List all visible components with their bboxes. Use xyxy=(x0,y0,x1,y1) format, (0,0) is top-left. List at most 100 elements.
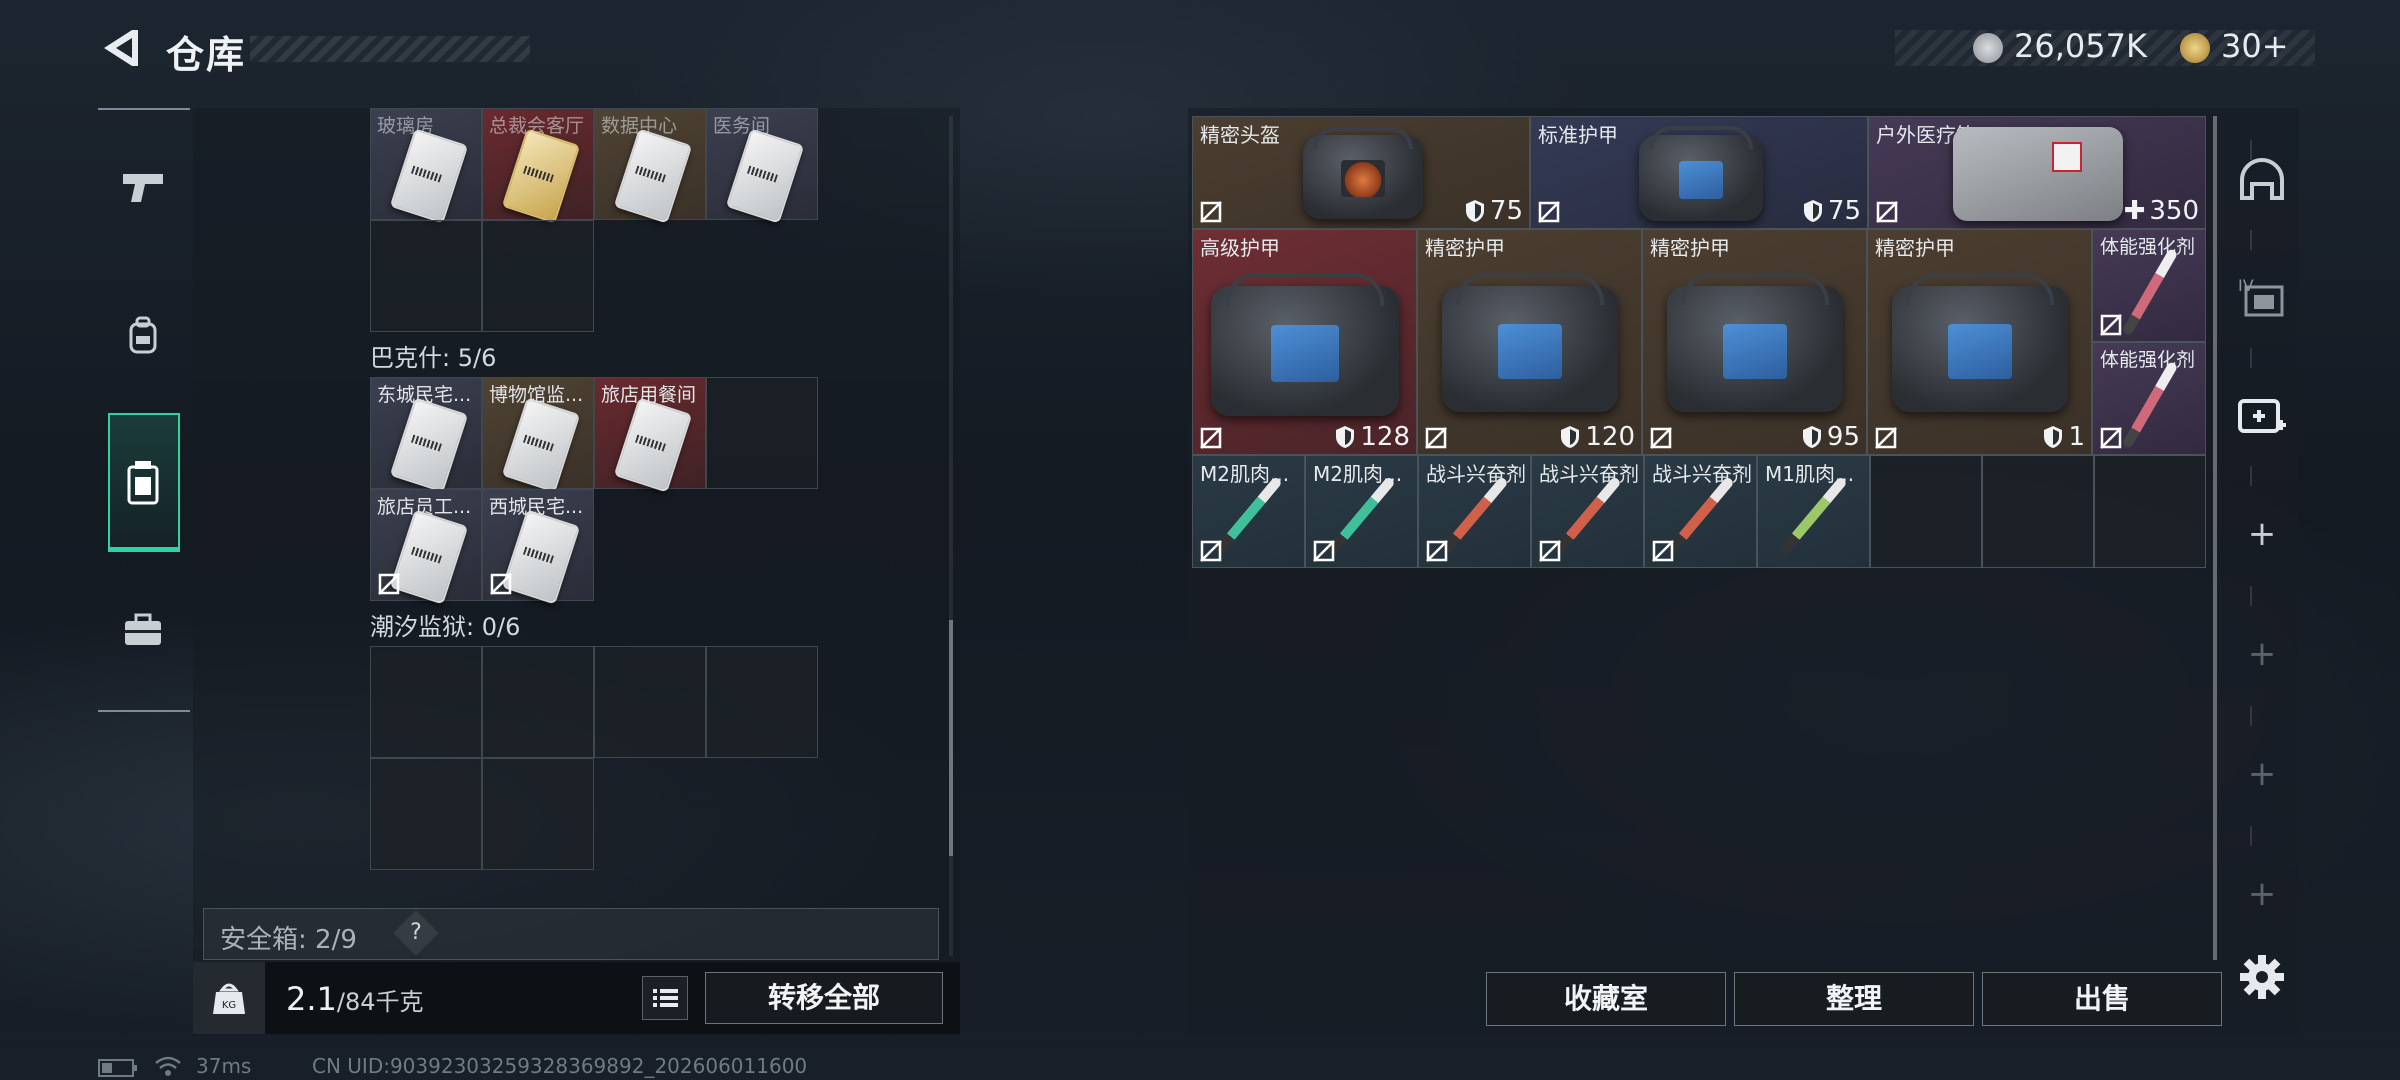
sell-button[interactable]: 出售 xyxy=(1982,972,2222,1026)
sidebar-divider xyxy=(2250,348,2252,368)
sidebar-divider xyxy=(2250,826,2252,846)
transfer-all-button[interactable]: 转移全部 xyxy=(705,972,943,1024)
armor-item-icon xyxy=(1442,273,1618,412)
sidebar-divider xyxy=(2250,586,2252,606)
gold-coin-icon xyxy=(2180,33,2210,63)
title-decoration xyxy=(250,36,530,62)
sidebar-divider xyxy=(2250,706,2252,726)
empty-slot[interactable] xyxy=(1982,455,2094,568)
empty-slot[interactable] xyxy=(482,220,594,332)
shield-icon xyxy=(1465,200,1484,222)
armor-vest-icon[interactable] xyxy=(113,452,173,512)
no-trade-icon xyxy=(1313,540,1335,562)
medkit-slot[interactable]: 户外医疗箱 ✚ 350 xyxy=(1868,116,2206,229)
injector-slot[interactable]: M2肌肉... xyxy=(1192,455,1305,568)
medkit-add-icon[interactable] xyxy=(2232,386,2292,446)
svg-text:KG: KG xyxy=(222,1000,236,1011)
shield-icon xyxy=(1336,426,1355,448)
weight-icon: KG xyxy=(193,962,265,1034)
nav-active-indicator xyxy=(108,547,180,552)
pistol-icon[interactable] xyxy=(113,158,173,218)
empty-slot[interactable] xyxy=(482,646,594,758)
shield-icon xyxy=(1802,426,1821,448)
stimulant-slot[interactable]: 体能强化剂 xyxy=(2092,342,2206,455)
stimulant-slot[interactable]: 体能强化剂 xyxy=(2092,229,2206,342)
section-chaoxi-label: 潮汐监狱: 0/6 xyxy=(370,613,521,641)
injector-slot[interactable]: M1肌肉... xyxy=(1757,455,1870,568)
keycard-slot[interactable]: 旅店用餐间 xyxy=(594,377,706,493)
no-trade-icon xyxy=(1200,427,1222,449)
keycard-slot[interactable]: 总裁会客厅 xyxy=(482,108,594,224)
no-trade-icon xyxy=(1876,201,1898,223)
keycard-icon xyxy=(389,128,469,224)
empty-slot[interactable] xyxy=(594,646,706,758)
backpack-icon[interactable] xyxy=(113,306,173,366)
shield-icon xyxy=(2044,426,2063,448)
loadout-scrollbar[interactable] xyxy=(2213,116,2217,960)
sidebar-divider xyxy=(2250,466,2252,486)
silver-coin-icon xyxy=(1973,33,2003,63)
safebox-bar[interactable]: 安全箱: 2/9 ? xyxy=(203,908,939,960)
settings-gear-icon[interactable] xyxy=(2232,947,2292,1007)
empty-slot[interactable] xyxy=(706,377,818,489)
helmet-slot[interactable]: 精密头盔 75 xyxy=(1192,116,1530,229)
injector-slot[interactable]: 战斗兴奋剂 xyxy=(1644,455,1757,568)
helmet-item-icon xyxy=(1303,126,1423,219)
no-trade-icon xyxy=(2100,427,2122,449)
keycard-slot[interactable]: 东城民宅... xyxy=(370,377,482,493)
injector-slot[interactable]: 战斗兴奋剂 xyxy=(1418,455,1531,568)
organize-button[interactable]: 整理 xyxy=(1734,972,1974,1026)
add-slot-icon[interactable]: + xyxy=(2232,514,2292,554)
syringe-icon xyxy=(1326,476,1396,556)
keycard-slot[interactable]: 旅店员工... xyxy=(370,489,482,605)
keycard-slot[interactable]: 博物馆监... xyxy=(482,377,594,493)
empty-slot[interactable] xyxy=(706,646,818,758)
silver-amount: 26,057K xyxy=(2014,27,2147,65)
keycard-slot[interactable]: 医务间 xyxy=(706,108,818,224)
no-trade-icon xyxy=(2100,314,2122,336)
syringe-icon xyxy=(1439,476,1509,556)
keycard-icon xyxy=(501,128,581,224)
page-title: 仓库 xyxy=(166,33,247,77)
armor-tab-icon[interactable]: IV xyxy=(2232,266,2292,326)
briefcase-icon[interactable] xyxy=(113,600,173,660)
empty-slot[interactable] xyxy=(1870,455,1982,568)
empty-slot[interactable] xyxy=(370,758,482,870)
empty-slot[interactable] xyxy=(370,220,482,332)
list-view-button[interactable] xyxy=(642,976,688,1020)
empty-slot[interactable] xyxy=(370,646,482,758)
keycard-icon xyxy=(613,128,693,224)
keycard-slot[interactable]: 数据中心 xyxy=(594,108,706,224)
back-arrow-icon[interactable] xyxy=(98,26,142,70)
keycard-icon xyxy=(725,128,805,224)
injector-slot[interactable]: 战斗兴奋剂 xyxy=(1531,455,1644,568)
no-trade-icon xyxy=(378,573,400,595)
injector-slot[interactable]: M2肌肉... xyxy=(1305,455,1418,568)
shield-icon xyxy=(1561,426,1580,448)
sidebar-divider xyxy=(2250,230,2252,250)
armor-slot[interactable]: 精密护甲 1 xyxy=(1867,229,2092,455)
shield-icon xyxy=(1803,200,1822,222)
no-trade-icon xyxy=(1200,201,1222,223)
gold-amount: 30+ xyxy=(2221,27,2289,65)
no-trade-icon xyxy=(490,573,512,595)
keycard-slot[interactable]: 西城民宅... xyxy=(482,489,594,605)
stash-scrollbar-thumb[interactable] xyxy=(949,620,953,856)
armor-slot[interactable]: 精密护甲 120 xyxy=(1417,229,1642,455)
collection-room-button[interactable]: 收藏室 xyxy=(1486,972,1726,1026)
armor-slot[interactable]: 标准护甲 75 xyxy=(1530,116,1868,229)
helmet-tab-icon[interactable] xyxy=(2232,150,2292,210)
empty-slot[interactable] xyxy=(2094,455,2206,568)
syringe-icon xyxy=(1552,476,1622,556)
no-trade-icon xyxy=(1538,201,1560,223)
empty-slot[interactable] xyxy=(482,758,594,870)
help-icon[interactable]: ? xyxy=(393,910,439,956)
keycard-icon xyxy=(501,509,581,605)
syringe-icon xyxy=(1213,476,1283,556)
add-slot-icon: + xyxy=(2247,754,2277,794)
armor-slot[interactable]: 精密护甲 95 xyxy=(1642,229,1867,455)
keycard-slot[interactable]: 玻璃房 xyxy=(370,108,482,224)
keycard-icon xyxy=(389,509,469,605)
ping-readout: 37ms xyxy=(196,1054,252,1078)
armor-slot[interactable]: 高级护甲 128 xyxy=(1192,229,1417,455)
